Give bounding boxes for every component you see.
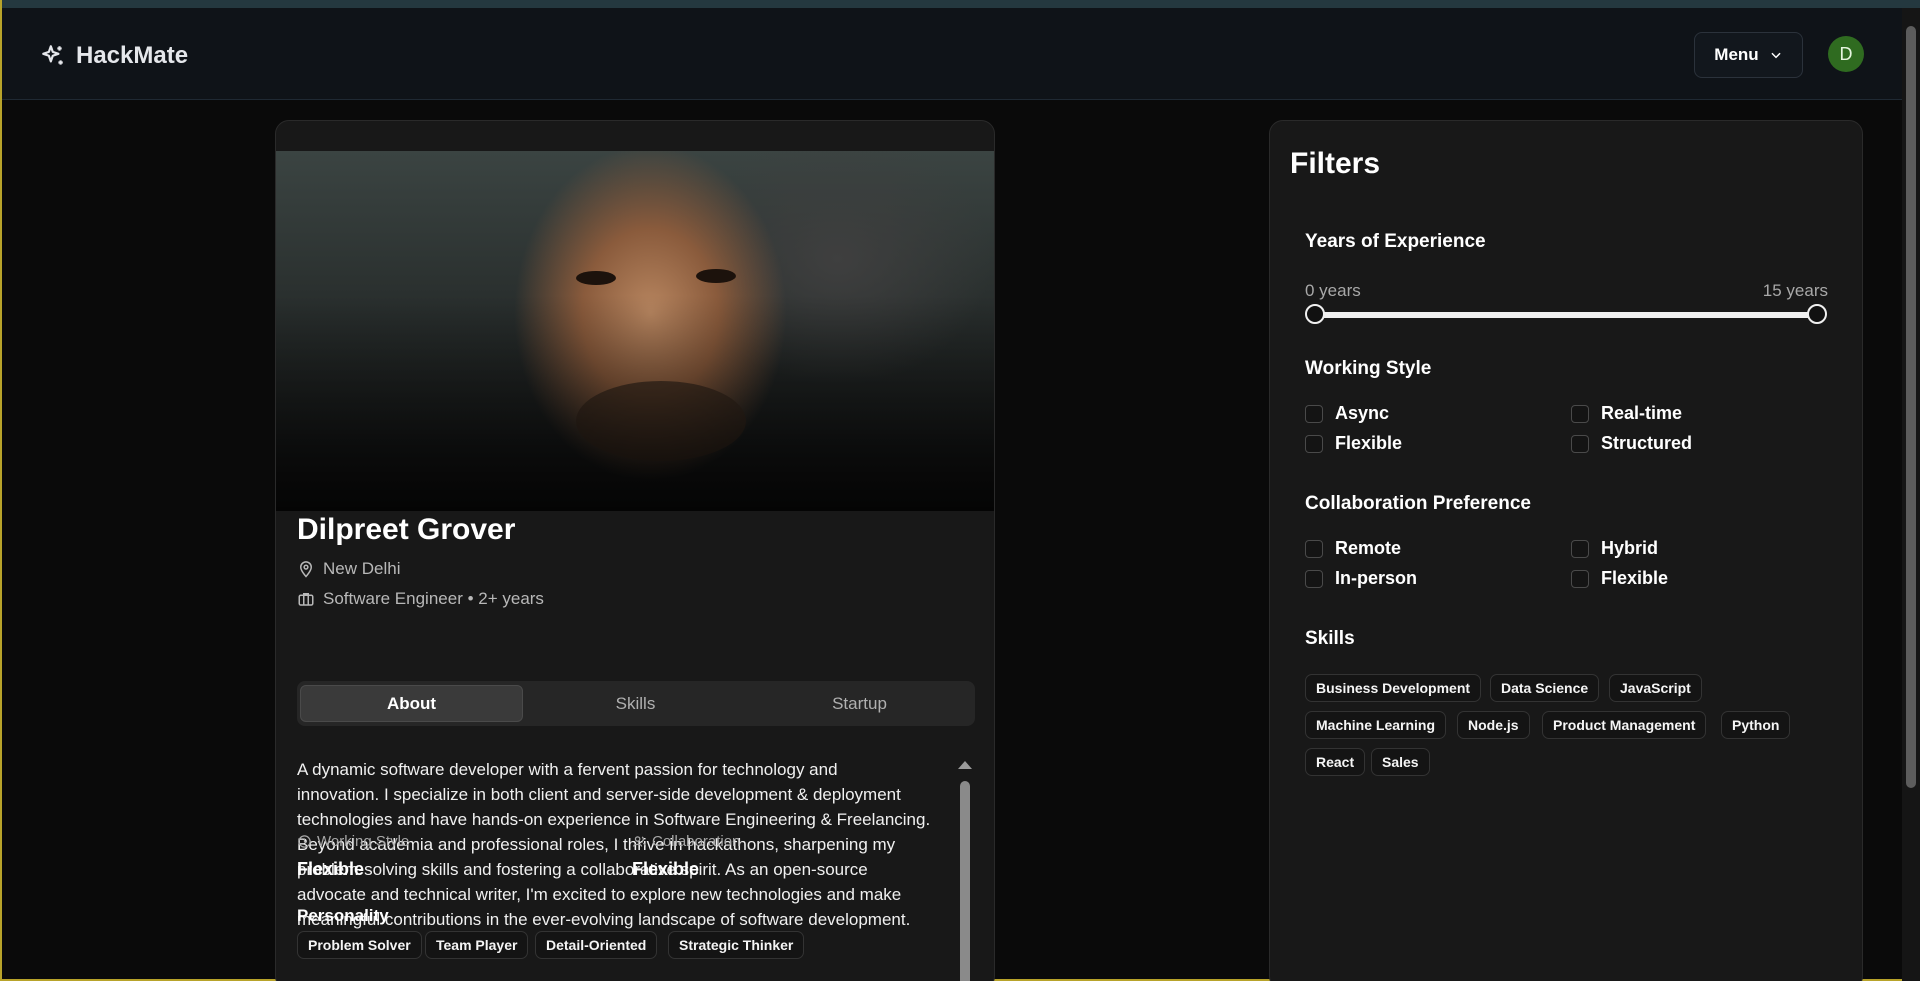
checkbox-label: Real-time <box>1601 403 1683 423</box>
page-scrollbar-thumb[interactable] <box>1906 26 1916 788</box>
experience-max-label: 15 years <box>1762 281 1828 300</box>
profile-role: Software Engineer • 2+ years <box>297 589 544 609</box>
profile-card: Dilpreet Grover New Delhi Software Engin… <box>275 120 995 981</box>
checkbox-box[interactable] <box>1571 569 1589 588</box>
profile-location: New Delhi <box>297 559 400 579</box>
collaboration-label-text: Collaboration <box>652 833 741 850</box>
brand-logo[interactable]: HackMate <box>40 42 188 70</box>
checkbox-remote[interactable]: Remote <box>1305 538 1401 559</box>
working-style-filter-label: Working Style <box>1305 358 1432 379</box>
location-text: New Delhi <box>323 559 401 578</box>
skill-chip[interactable]: Product Management <box>1542 711 1707 739</box>
checkbox-label: Remote <box>1335 538 1402 558</box>
about-line: technologies and have hands-on experienc… <box>297 810 931 829</box>
personality-chip: Problem Solver <box>297 931 422 959</box>
checkbox-box[interactable] <box>1571 404 1589 423</box>
checkbox-box[interactable] <box>1571 539 1589 558</box>
profile-name: Dilpreet Grover <box>297 513 516 546</box>
skill-chip[interactable]: JavaScript <box>1609 674 1702 702</box>
working-style-value: Flexible <box>297 859 365 879</box>
sparkles-icon <box>42 45 63 65</box>
filters-title: Filters <box>1290 147 1381 180</box>
skill-chip[interactable]: Node.js <box>1457 711 1530 739</box>
about-line: advocate and technical writer, I'm excit… <box>297 885 902 904</box>
tab-about[interactable]: About <box>300 685 523 722</box>
avatar-initial: D <box>1839 43 1853 64</box>
checkbox-real-time[interactable]: Real-time <box>1571 403 1682 424</box>
inner-scroll-up-arrow[interactable] <box>958 761 972 769</box>
checkbox-label: In-person <box>1335 568 1418 588</box>
about-line: meaningful contributions in the ever-evo… <box>297 910 911 929</box>
top-navbar: HackMate Menu D <box>2 8 1902 100</box>
skill-chip[interactable]: Data Science <box>1490 674 1600 702</box>
about-line: A dynamic software developer with a ferv… <box>297 760 838 779</box>
window-top-strip <box>2 0 1920 8</box>
inner-scrollbar-thumb[interactable] <box>960 781 970 981</box>
about-line: problem-solving skills and fostering a c… <box>297 860 868 879</box>
tab-skills[interactable]: Skills <box>524 685 747 722</box>
filters-panel: Filters Years of Experience 0 years 15 y… <box>1269 120 1863 981</box>
checkbox-box[interactable] <box>1305 569 1323 588</box>
personality-title: Personality <box>297 906 389 925</box>
checkbox-hybrid[interactable]: Hybrid <box>1571 538 1658 559</box>
profile-tabs: About Skills Startup <box>297 681 975 726</box>
checkbox-flexible-collab[interactable]: Flexible <box>1571 568 1668 589</box>
skill-chip[interactable]: Business Development <box>1305 674 1482 702</box>
chevron-down-icon <box>1771 52 1781 59</box>
skill-chip[interactable]: React <box>1305 748 1366 776</box>
checkbox-label: Structured <box>1601 433 1693 453</box>
clock-icon <box>298 835 311 848</box>
checkbox-box[interactable] <box>1305 539 1323 558</box>
personality-chip: Team Player <box>425 931 529 959</box>
users-icon <box>632 836 647 847</box>
experience-slider-max-handle[interactable] <box>1807 304 1827 324</box>
working-style-label-text: Working Style <box>317 833 410 850</box>
role-text: Software Engineer • 2+ years <box>323 589 544 608</box>
checkbox-flexible-style[interactable]: Flexible <box>1305 433 1402 454</box>
experience-min-label: 0 years <box>1305 281 1361 300</box>
brand-name: HackMate <box>76 42 189 69</box>
map-pin-icon <box>299 561 313 578</box>
collaboration-label: Collaboration <box>632 833 740 850</box>
checkbox-label: Flexible <box>1601 568 1669 588</box>
checkbox-structured[interactable]: Structured <box>1571 433 1692 454</box>
profile-photo <box>276 151 994 511</box>
skill-chip[interactable]: Machine Learning <box>1305 711 1447 739</box>
collaboration-value: Flexible <box>632 859 700 879</box>
working-style-label: Working Style <box>297 833 409 850</box>
collaboration-filter-label: Collaboration Preference <box>1305 493 1531 514</box>
checkbox-box[interactable] <box>1571 434 1589 453</box>
about-line: innovation. I specialize in both client … <box>297 785 901 804</box>
checkbox-in-person[interactable]: In-person <box>1305 568 1417 589</box>
checkbox-label: Hybrid <box>1601 538 1659 558</box>
photo-shade <box>276 151 994 511</box>
skill-chip[interactable]: Sales <box>1371 748 1430 776</box>
briefcase-icon <box>298 593 314 606</box>
checkbox-async[interactable]: Async <box>1305 403 1389 424</box>
experience-slider-track[interactable] <box>1307 312 1811 318</box>
experience-slider-min-handle[interactable] <box>1305 304 1325 324</box>
tab-startup[interactable]: Startup <box>748 685 971 722</box>
personality-chip: Detail-Oriented <box>535 931 658 959</box>
experience-label: Years of Experience <box>1305 231 1486 252</box>
avatar[interactable]: D <box>1828 36 1864 72</box>
menu-label: Menu <box>1714 45 1759 64</box>
skill-chip[interactable]: Python <box>1721 711 1791 739</box>
checkbox-label: Async <box>1335 403 1390 423</box>
personality-chip: Strategic Thinker <box>668 931 805 959</box>
checkbox-label: Flexible <box>1335 433 1403 453</box>
checkbox-box[interactable] <box>1305 404 1323 423</box>
menu-button[interactable]: Menu <box>1694 32 1803 78</box>
checkbox-box[interactable] <box>1305 434 1323 453</box>
skills-filter-label: Skills <box>1305 628 1355 649</box>
